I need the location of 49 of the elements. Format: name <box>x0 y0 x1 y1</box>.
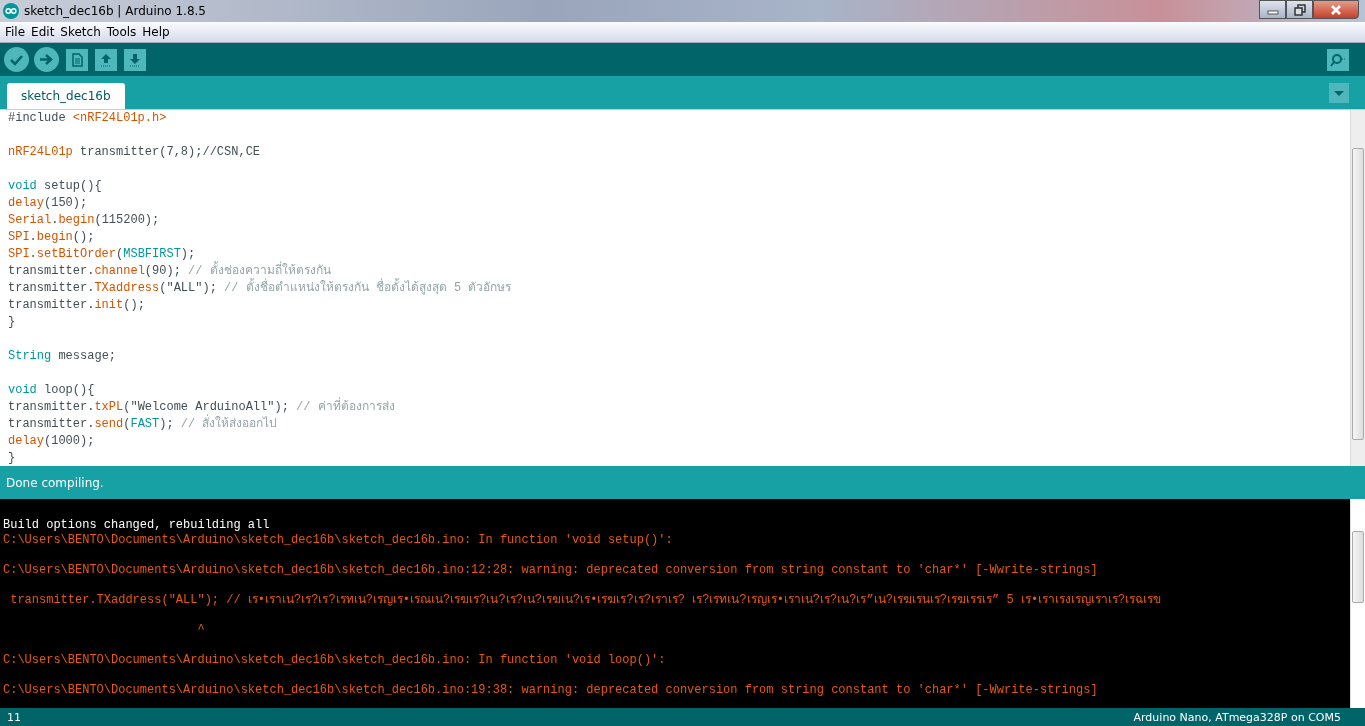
console-line: Build options changed, rebuilding all <box>3 517 271 533</box>
code-line: } <box>8 450 17 466</box>
code-line: delay(150); <box>8 195 89 212</box>
close-button[interactable] <box>1313 0 1359 19</box>
minimize-button[interactable] <box>1259 0 1286 19</box>
code-line: nRF24L01p transmitter(7,8);//CSN,CE <box>8 144 262 161</box>
code-line: SPI.begin(); <box>8 229 96 246</box>
code-line: } <box>8 314 17 331</box>
infinity-logo-icon <box>3 3 19 19</box>
menu-item[interactable]: Sketch <box>57 25 104 39</box>
scrollbar[interactable] <box>1350 110 1365 466</box>
menu-item[interactable]: File <box>2 25 29 39</box>
scrollbar[interactable] <box>1350 499 1365 708</box>
console-line: C:\Users\BENTO\Documents\Arduino\sketch_dec16b\sketch_dec16b.ino:12:28: warning: deprecated conversion from string constant to 'char*' [-Wwrite-strings] <box>3 562 1099 578</box>
console-line: ^ <box>196 622 206 638</box>
window-title: sketch_dec16b | Arduino 1.8.5 <box>24 4 206 18</box>
code-line: String message; <box>8 348 118 365</box>
verify-button[interactable] <box>4 47 29 72</box>
code-line: transmitter.TXaddress("ALL"); // ตั้งชื่อตำแหน่งให้ตรงกัน ชื่อตั้งได้สูงสุด 5 ตัวอักษร <box>8 280 1350 297</box>
serial-monitor-button[interactable] <box>1327 48 1349 71</box>
code-line: void loop(){ <box>8 382 96 399</box>
code-editor[interactable] <box>0 109 1365 466</box>
open-button[interactable] <box>95 48 117 71</box>
code-line: transmitter.send(FAST); // สั่งให้ส่งออกไป <box>8 416 1350 433</box>
console-line: C:\Users\BENTO\Documents\Arduino\sketch_dec16b\sketch_dec16b.ino:19:38: warning: deprecated conversion from string constant to 'char*' [-Wwrite-strings] <box>3 682 1099 698</box>
file-tab[interactable]: sketch_dec16b <box>7 83 125 109</box>
board-info: Arduino Nano, ATmega328P on COM5 <box>1133 710 1341 724</box>
code-line: transmitter.init(); <box>8 297 146 314</box>
code-line: void setup(){ <box>8 178 103 195</box>
code-line: transmitter.txPL("Welcome ArduinoAll"); // ค่าที่ต้องการส่ง <box>8 399 1350 416</box>
menu-item[interactable]: Help <box>139 25 173 39</box>
console-line: C:\Users\BENTO\Documents\Arduino\sketch_dec16b\sketch_dec16b.ino: In function 'void setup()': <box>3 533 674 548</box>
line-number: 11 <box>7 710 21 724</box>
code-line: #include <nRF24L01p.h> <box>8 110 168 127</box>
upload-button[interactable] <box>34 47 59 72</box>
menu-item[interactable]: Edit <box>28 25 58 39</box>
dropdown-icon[interactable] <box>1329 82 1349 103</box>
console-line: transmitter.TXaddress("ALL"); // เร•เราเน?เร?เร?เรทเน?เรญเร•เรณเน?เรฆเร?เน?เร?เน?เรฆเน?เร•เรฆเร?เร?เราเร? เร?เรทเน?เรญเร•เราเน?เร?เน?เร”เน?เรฆเรนเร?เรฆเรรเร” 5 เร•เราเรงเรญเราเร?เรฉเรข <box>9 592 1163 608</box>
save-button[interactable] <box>124 48 146 71</box>
new-file-button[interactable] <box>66 48 88 71</box>
status-message: Done compiling. <box>6 475 104 490</box>
code-line: Serial.begin(115200); <box>8 212 161 229</box>
restore-button[interactable] <box>1286 0 1313 19</box>
close-icon <box>1330 3 1342 16</box>
code-line: SPI.setBitOrder(MSBFIRST); <box>8 246 197 263</box>
code-line: delay(1000); <box>8 433 96 450</box>
menu-item[interactable]: Tools <box>103 25 140 39</box>
console-line: C:\Users\BENTO\Documents\Arduino\sketch_dec16b\sketch_dec16b.ino: In function 'void loop()': <box>3 652 667 668</box>
restore-icon <box>1293 3 1306 16</box>
